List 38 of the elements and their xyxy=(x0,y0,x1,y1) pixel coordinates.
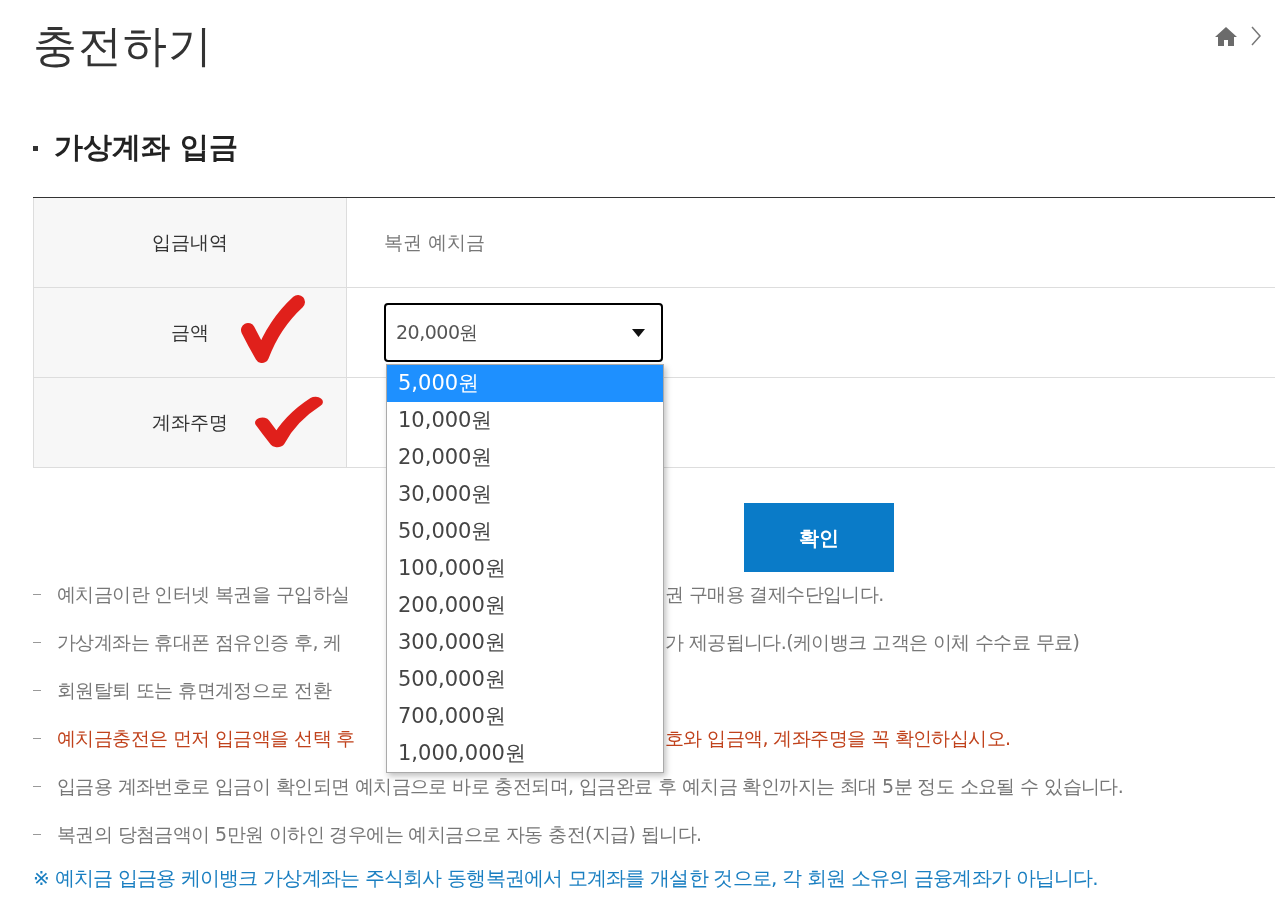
dropdown-option[interactable]: 100,000원 xyxy=(387,550,663,587)
caret-down-icon xyxy=(632,328,645,337)
note-text: 호와 입금액, 계좌주명을 꼭 확인하십시오. xyxy=(665,725,1011,751)
dropdown-option[interactable]: 50,000원 xyxy=(387,513,663,550)
dropdown-option[interactable]: 30,000원 xyxy=(387,476,663,513)
dash-icon xyxy=(33,593,41,595)
amount-select[interactable]: 20,000원 xyxy=(384,303,663,362)
dropdown-option[interactable]: 300,000원 xyxy=(387,624,663,661)
note-text: 가상계좌는 휴대폰 점유인증 후, 케 xyxy=(57,630,342,653)
field-value: 복권 예치금 xyxy=(384,230,486,256)
dropdown-option[interactable]: 20,000원 xyxy=(387,439,663,476)
field-label: 금액 xyxy=(171,320,209,346)
note-text: 회원탈퇴 또는 휴면계정으로 전환 xyxy=(57,678,331,701)
note-text: 복권의 당첨금액이 5만원 이하인 경우에는 예치금으로 자동 충전(지급) 됩니다. xyxy=(57,821,702,847)
field-label: 입금내역 xyxy=(152,230,228,256)
footnote-text: ※ 예치금 입금용 케이뱅크 가상계좌는 주식회사 동행복권에서 모계좌를 개설한 것으로, 각 회원 소유의 금융계좌가 아닙니다. xyxy=(32,865,1099,892)
dash-icon xyxy=(33,785,41,787)
page-title: 충전하기 xyxy=(33,19,213,73)
bullet-icon xyxy=(33,145,38,151)
section-title: 가상계좌 입금 xyxy=(54,129,239,167)
home-icon[interactable] xyxy=(1215,26,1237,46)
dash-icon xyxy=(33,737,41,739)
note-text: 가 제공됩니다.(케이뱅크 고객은 이체 수수료 무료) xyxy=(665,629,1080,655)
dropdown-option[interactable]: 500,000원 xyxy=(387,661,663,698)
dash-icon xyxy=(33,689,41,691)
note-text: 예치금충전은 먼저 입금액을 선택 후 xyxy=(57,726,355,749)
field-label: 계좌주명 xyxy=(152,410,228,436)
dropdown-option[interactable]: 700,000원 xyxy=(387,698,663,735)
chevron-right-icon xyxy=(1251,26,1261,46)
confirm-button[interactable]: 확인 xyxy=(744,503,894,572)
dropdown-option[interactable]: 200,000원 xyxy=(387,587,663,624)
note-text: 권 구매용 결제수단입니다. xyxy=(665,581,884,607)
dash-icon xyxy=(33,641,41,643)
dropdown-option[interactable]: 1,000,000원 xyxy=(387,735,663,772)
dropdown-option[interactable]: 10,000원 xyxy=(387,402,663,439)
note-text: 예치금이란 인터넷 복권을 구입하실 xyxy=(57,582,350,605)
note-text: 입금용 계좌번호로 입금이 확인되면 예치금으로 바로 충전되며, 입금완료 후 예치금 확인까지는 최대 5분 정도 소요될 수 있습니다. xyxy=(57,773,1124,799)
dash-icon xyxy=(33,833,41,835)
